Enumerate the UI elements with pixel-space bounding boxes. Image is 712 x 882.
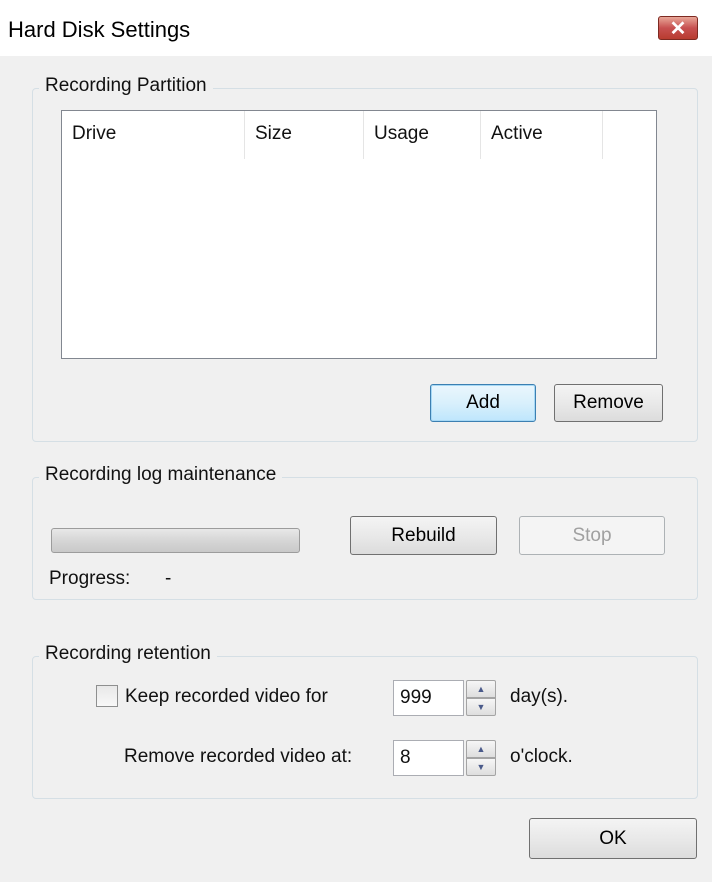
progress-value: - (165, 568, 172, 589)
keep-video-checkbox[interactable] (96, 685, 118, 707)
spin-down-icon[interactable]: ▼ (466, 758, 496, 776)
rebuild-progress-bar (51, 528, 300, 553)
keep-video-label[interactable]: Keep recorded video for (125, 686, 328, 708)
remove-video-label: Remove recorded video at: (124, 746, 353, 767)
rebuild-button[interactable]: Rebuild (350, 516, 497, 555)
title-bar[interactable]: Hard Disk Settings ✕ (0, 0, 712, 56)
column-header-drive[interactable]: Drive (62, 111, 245, 159)
recording-retention-legend: Recording retention (39, 643, 217, 665)
spin-up-icon[interactable]: ▲ (466, 740, 496, 758)
column-header-active[interactable]: Active (481, 111, 603, 159)
spin-up-icon[interactable]: ▲ (466, 680, 496, 698)
column-header-usage[interactable]: Usage (364, 111, 481, 159)
recording-partition-legend: Recording Partition (39, 75, 213, 97)
column-header-filler (603, 111, 656, 159)
remove-hour-spinner[interactable]: ▲ ▼ (466, 740, 496, 776)
spin-down-icon[interactable]: ▼ (466, 698, 496, 716)
ok-button[interactable]: OK (529, 818, 697, 859)
column-header-size[interactable]: Size (245, 111, 364, 159)
close-icon: ✕ (669, 18, 687, 40)
keep-days-unit: day(s). (510, 686, 569, 707)
stop-button[interactable]: Stop (519, 516, 665, 555)
close-button[interactable]: ✕ (658, 16, 698, 40)
remove-hour-unit: o'clock. (510, 746, 573, 767)
hard-disk-settings-dialog: Hard Disk Settings ✕ Recording Partition… (0, 0, 712, 882)
keep-days-spinner[interactable]: ▲ ▼ (466, 680, 496, 716)
keep-days-input[interactable]: 999 (393, 680, 464, 716)
partition-list[interactable]: Drive Size Usage Active (61, 110, 657, 359)
remove-button[interactable]: Remove (554, 384, 663, 422)
recording-retention-group: Recording retention (32, 643, 698, 799)
window-title: Hard Disk Settings (8, 17, 191, 42)
recording-log-legend: Recording log maintenance (39, 464, 283, 486)
progress-label: Progress: (49, 568, 131, 589)
remove-hour-input[interactable]: 8 (393, 740, 464, 776)
add-button[interactable]: Add (430, 384, 536, 422)
